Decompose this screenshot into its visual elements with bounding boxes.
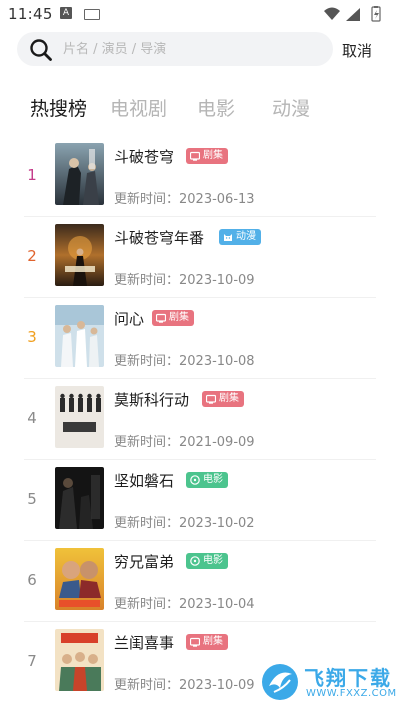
- rank-number: 7: [27, 652, 37, 670]
- badge-label: 剧集: [203, 636, 223, 647]
- a-notification-icon: A: [60, 7, 72, 19]
- search-box[interactable]: [17, 32, 333, 66]
- poster-image[interactable]: [55, 305, 104, 367]
- battery-icon: [371, 6, 381, 22]
- update-time: 更新时间：2023-06-13: [114, 192, 255, 207]
- watermark-text: 飞翔下载: [304, 666, 392, 690]
- tv-icon: [190, 151, 200, 161]
- search-row: 取消: [0, 32, 400, 68]
- list-item[interactable]: 4 莫斯科行动 剧集 更新时间：2021-09-09: [0, 379, 400, 460]
- update-time: 更新时间：2021-09-09: [114, 435, 255, 450]
- category-badge: 剧集: [202, 391, 244, 407]
- rank-number: 6: [27, 571, 37, 589]
- item-title[interactable]: 问心: [114, 308, 144, 329]
- list-item[interactable]: 5 坚如磐石 电影 更新时间：2023-10-02: [0, 460, 400, 541]
- rank-number: 4: [27, 409, 37, 427]
- item-title[interactable]: 坚如磐石: [114, 470, 174, 491]
- tv-icon: [156, 313, 166, 323]
- category-tabs: 热搜榜 电视剧 电影 动漫: [0, 94, 400, 126]
- poster-image[interactable]: [55, 386, 104, 448]
- poster-image[interactable]: [55, 548, 104, 610]
- category-badge: 剧集: [152, 310, 194, 326]
- item-title[interactable]: 莫斯科行动: [114, 389, 189, 410]
- list-item[interactable]: 3 问心 剧集 更新时间：2023-10-08: [0, 298, 400, 379]
- category-badge: 电影: [186, 553, 228, 569]
- tab-tv-series[interactable]: 电视剧: [110, 94, 167, 121]
- item-title[interactable]: 斗破苍穹: [114, 146, 174, 167]
- category-badge: 电影: [186, 472, 228, 488]
- poster-image[interactable]: [55, 467, 104, 529]
- search-input[interactable]: [63, 32, 313, 66]
- category-badge: 动漫: [219, 229, 261, 245]
- watermark-url: WWW.FXXZ.COM: [306, 688, 397, 699]
- tab-hot-search[interactable]: 热搜榜: [30, 94, 87, 121]
- badge-label: 剧集: [203, 150, 223, 161]
- poster-image[interactable]: [55, 224, 104, 286]
- list-item[interactable]: 1 斗破苍穹 剧集 更新时间：2023-06-13: [0, 136, 400, 217]
- rank-number: 2: [27, 247, 37, 265]
- wifi-icon: [324, 7, 340, 20]
- badge-label: 剧集: [169, 312, 189, 323]
- rank-number: 1: [27, 166, 37, 184]
- signal-icon: [346, 8, 360, 21]
- tv-icon: [206, 394, 216, 404]
- badge-label: 电影: [203, 474, 223, 485]
- category-badge: 剧集: [186, 148, 228, 164]
- item-title[interactable]: 兰闺喜事: [114, 632, 174, 653]
- update-time: 更新时间：2023-10-08: [114, 354, 255, 369]
- list-item[interactable]: 2 斗破苍穹年番 动漫 更新时间：2023-10-09: [0, 217, 400, 298]
- rank-number: 5: [27, 490, 37, 508]
- badge-label: 动漫: [236, 231, 256, 242]
- list-item[interactable]: 6 穷兄富弟 电影 更新时间：2023-10-04: [0, 541, 400, 622]
- update-time: 更新时间：2023-10-02: [114, 516, 255, 531]
- watermark-logo-icon: [262, 664, 298, 700]
- film-reel-icon: [190, 556, 200, 566]
- update-time: 更新时间：2023-10-04: [114, 597, 255, 612]
- update-time: 更新时间：2023-10-09: [114, 678, 255, 693]
- status-bar: 11:45 A: [0, 0, 400, 28]
- search-icon: [30, 39, 52, 61]
- badge-label: 电影: [203, 555, 223, 566]
- cat-icon: [224, 234, 232, 241]
- status-icons: [324, 6, 381, 22]
- watermark: 飞翔下载 WWW.FXXZ.COM: [258, 660, 398, 706]
- category-badge: 剧集: [186, 634, 228, 650]
- rank-number: 3: [27, 328, 37, 346]
- tab-anime[interactable]: 动漫: [272, 94, 310, 121]
- tab-movies[interactable]: 电影: [197, 94, 235, 121]
- item-title[interactable]: 斗破苍穹年番: [114, 227, 204, 248]
- poster-image[interactable]: [55, 629, 104, 691]
- poster-image[interactable]: [55, 143, 104, 205]
- item-title[interactable]: 穷兄富弟: [114, 551, 174, 572]
- film-reel-icon: [190, 475, 200, 485]
- cancel-button[interactable]: 取消: [342, 40, 372, 61]
- update-time: 更新时间：2023-10-09: [114, 273, 255, 288]
- status-time: 11:45: [8, 5, 53, 23]
- tv-icon: [190, 637, 200, 647]
- badge-label: 剧集: [219, 393, 239, 404]
- keyboard-icon: [84, 9, 100, 20]
